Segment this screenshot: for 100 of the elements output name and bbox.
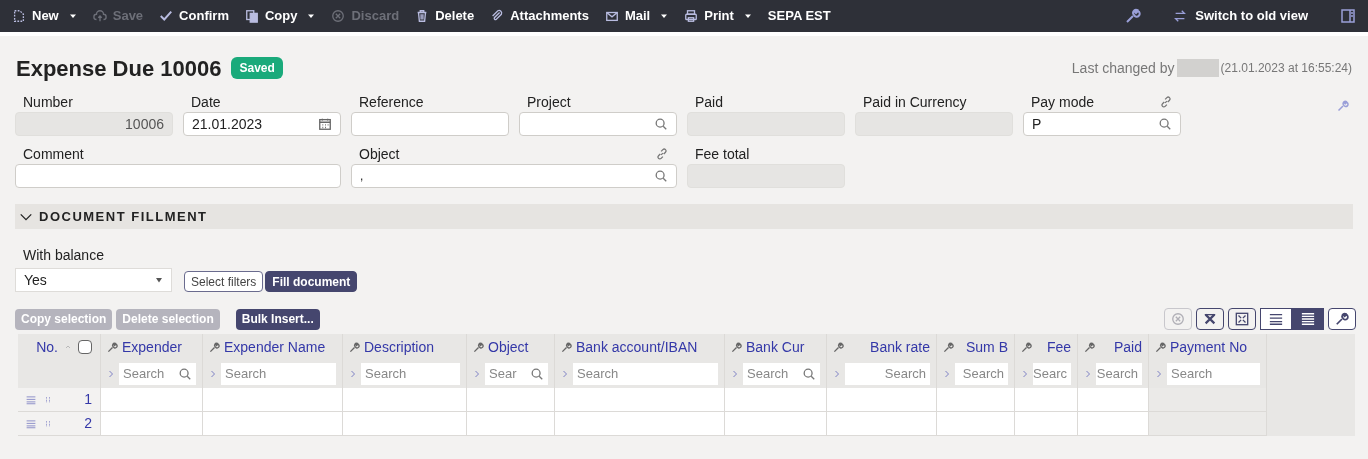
table-cell[interactable] xyxy=(936,412,1014,436)
input-field[interactable]: , xyxy=(351,164,677,188)
action-button[interactable]: Fill document xyxy=(265,271,358,292)
table-cell[interactable] xyxy=(466,388,554,412)
field-label: Project xyxy=(527,92,571,112)
input-field[interactable] xyxy=(15,164,341,188)
circle-x-icon xyxy=(331,9,346,23)
view-toggle[interactable] xyxy=(1260,308,1292,330)
field-label: Paid in Currency xyxy=(863,92,967,112)
paperclip-icon xyxy=(490,9,505,23)
panel-toggle-button[interactable] xyxy=(1340,8,1356,24)
switch-view-button[interactable]: Switch to old view xyxy=(1173,6,1308,26)
toolbar-button[interactable]: New xyxy=(12,6,77,26)
chevron-right-icon xyxy=(943,369,951,379)
checkbox[interactable] xyxy=(78,340,92,354)
field-label: Object xyxy=(359,144,400,164)
table-cell[interactable] xyxy=(202,388,342,412)
table-cell[interactable] xyxy=(936,388,1014,412)
column-header[interactable]: Paid xyxy=(1113,336,1142,358)
table-cell[interactable] xyxy=(342,412,466,436)
chevron-right-icon xyxy=(209,369,217,379)
grid-settings-button[interactable] xyxy=(1328,308,1356,330)
section-header[interactable]: DOCUMENT FILLMENT xyxy=(15,204,1353,229)
redacted-name xyxy=(1176,59,1219,77)
search-field[interactable]: Search xyxy=(845,363,930,385)
table-cell[interactable] xyxy=(1014,388,1077,412)
column-header[interactable]: Object xyxy=(488,336,529,358)
select-field[interactable]: Yes xyxy=(15,268,172,292)
search-field[interactable]: Search xyxy=(119,363,196,385)
input-field[interactable]: P xyxy=(1023,112,1181,136)
check-icon xyxy=(159,9,174,23)
toolbar-button[interactable]: Copy xyxy=(244,6,316,26)
column-header[interactable]: Sum B xyxy=(966,336,1008,358)
table-cell[interactable] xyxy=(342,388,466,412)
excel-export-button[interactable] xyxy=(1196,308,1224,330)
field-label: Fee total xyxy=(695,144,750,164)
toolbar-button[interactable]: Mail xyxy=(604,6,669,26)
search-field[interactable]: Search xyxy=(743,363,820,385)
view-toggle[interactable] xyxy=(1292,308,1324,330)
table-cell[interactable] xyxy=(724,388,826,412)
table-cell[interactable] xyxy=(724,412,826,436)
action-button[interactable]: Select filters xyxy=(184,271,264,292)
column-header[interactable]: Payment No xyxy=(1170,336,1248,358)
list-lines-icon xyxy=(1301,312,1315,326)
table-cell[interactable] xyxy=(1148,412,1266,436)
column-header[interactable]: No. xyxy=(36,336,58,358)
search-field[interactable]: Search xyxy=(1167,363,1260,385)
search-field[interactable]: Search xyxy=(955,363,1008,385)
fullscreen-button[interactable] xyxy=(1228,308,1256,330)
chevron-right-icon xyxy=(473,369,481,379)
column-header[interactable]: Expender xyxy=(122,336,182,358)
column-header[interactable]: Bank Cur xyxy=(746,336,805,358)
field-label: With balance xyxy=(22,246,105,265)
column-header[interactable]: Description xyxy=(364,336,435,358)
table-cell[interactable] xyxy=(554,388,724,412)
column-header[interactable]: Expender Name xyxy=(224,336,326,358)
table-cell[interactable] xyxy=(826,412,936,436)
chevron-right-icon xyxy=(349,369,357,379)
expand-icon xyxy=(1235,312,1249,326)
sort-caret-icon xyxy=(64,343,72,351)
field-label: Comment xyxy=(23,144,84,164)
calendar-icon xyxy=(318,117,332,131)
search-field[interactable]: Search xyxy=(1096,363,1142,385)
table-cell[interactable] xyxy=(826,388,936,412)
envelope-icon xyxy=(604,9,619,23)
table-cell[interactable] xyxy=(100,388,202,412)
last-changed-label: Last changed by xyxy=(1071,58,1175,78)
table-cell[interactable] xyxy=(466,412,554,436)
toolbar-button[interactable]: Delete xyxy=(415,6,475,26)
toolbar-button[interactable]: Print xyxy=(684,6,752,26)
table-cell[interactable] xyxy=(202,412,342,436)
chevron-right-icon xyxy=(731,369,739,379)
input-field[interactable] xyxy=(351,112,509,136)
column-header[interactable]: Fee xyxy=(1046,336,1071,358)
column-header[interactable]: Bank account/IBAN xyxy=(576,336,698,358)
status-badge: Saved xyxy=(231,57,283,79)
grid-action-button[interactable]: Bulk Insert... xyxy=(235,308,320,330)
toolbar-button[interactable]: Confirm xyxy=(159,6,229,26)
toolbar-button[interactable]: Attachments xyxy=(490,6,589,26)
input-field[interactable] xyxy=(519,112,677,136)
input-field[interactable]: 21.01.2023 xyxy=(183,112,341,136)
table-cell[interactable] xyxy=(100,412,202,436)
table-cell[interactable] xyxy=(1148,388,1266,412)
chevron-right-icon xyxy=(107,369,115,379)
toolbar-button[interactable]: SEPA EST xyxy=(767,6,831,26)
table-cell[interactable] xyxy=(1077,412,1148,436)
caret-icon xyxy=(660,12,669,20)
column-header[interactable]: Bank rate xyxy=(870,336,930,358)
swap-arrows-icon xyxy=(1173,9,1188,23)
table-cell[interactable] xyxy=(1077,388,1148,412)
search-field[interactable]: Search xyxy=(573,363,718,385)
row-number: 1 xyxy=(84,390,93,409)
search-icon xyxy=(1158,117,1172,131)
table-cell[interactable] xyxy=(554,412,724,436)
search-field[interactable]: Searc xyxy=(1033,363,1071,385)
search-field[interactable]: Sear xyxy=(485,363,548,385)
search-field[interactable]: Search xyxy=(221,363,336,385)
field-label: Reference xyxy=(359,92,424,112)
table-cell[interactable] xyxy=(1014,412,1077,436)
search-field[interactable]: Search xyxy=(361,363,460,385)
